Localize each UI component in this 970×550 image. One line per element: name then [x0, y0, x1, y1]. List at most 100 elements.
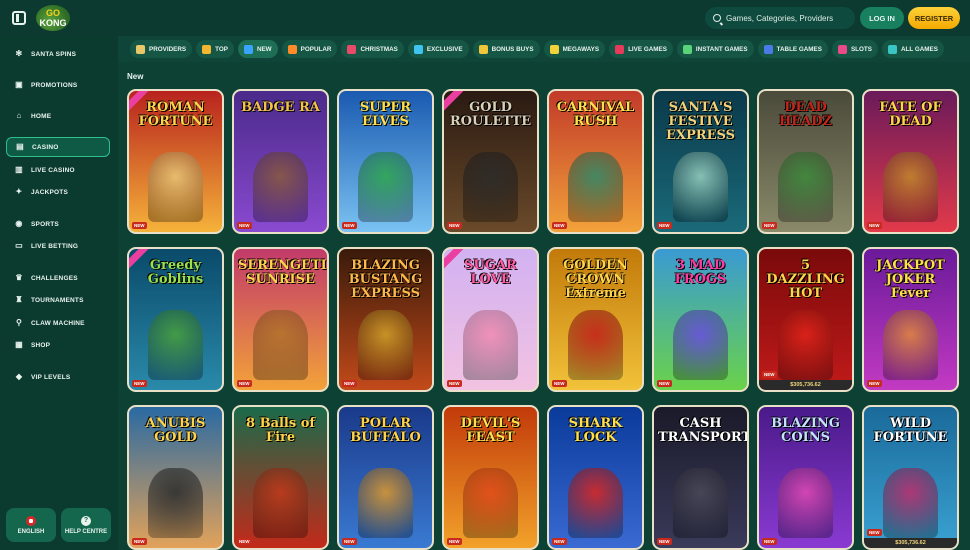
game-tile[interactable]: FATE OF DEAD NEW [862, 89, 959, 234]
claw-icon: ⚲ [15, 318, 23, 327]
game-tile[interactable]: BADGE RA NEW [232, 89, 329, 234]
category-tab-exclusive[interactable]: EXCLUSIVE [407, 40, 469, 58]
sidebar-item-sports[interactable]: ◉ SPORTS [6, 214, 110, 234]
game-tile[interactable]: DEVIL'S FEAST NEW [442, 405, 539, 550]
game-title: DEVIL'S FEAST [460, 416, 521, 445]
game-tile[interactable]: JACKPOT JOKER Fever NEW [862, 247, 959, 392]
game-tile[interactable]: SHARK LOCK NEW [547, 405, 644, 550]
game-tile[interactable]: CASH TRANSPORTER NEW [652, 405, 749, 550]
game-tile[interactable]: SERENGETI SUNRISE NEW [232, 247, 329, 392]
game-title: SHARK LOCK [568, 416, 623, 445]
sidebar-item-challenges[interactable]: ♛ CHALLENGES [6, 268, 110, 288]
sidebar-item-label: SPORTS [31, 220, 59, 228]
category-label: INSTANT GAMES [695, 45, 748, 53]
sidebar-item-live-betting[interactable]: ▭ LIVE BETTING [6, 236, 110, 256]
register-button[interactable]: REGISTER [908, 7, 960, 29]
logo[interactable]: GO KONG [36, 5, 70, 31]
language-button[interactable]: ENGLISH [6, 508, 56, 542]
game-artwork [882, 151, 939, 222]
sidebar-item-casino[interactable]: ▤ CASINO [6, 137, 110, 157]
sidebar-item-santa-spins[interactable]: ✻ SANTA SPINS [6, 44, 110, 64]
game-tile[interactable]: ROMAN FORTUNE NEW [127, 89, 224, 234]
game-tile[interactable]: POLAR BUFFALO NEW [337, 405, 434, 550]
sidebar-item-shop[interactable]: ▦ SHOP [6, 335, 110, 355]
category-tab-top[interactable]: TOP [196, 40, 234, 58]
category-tab-new[interactable]: NEW [237, 40, 278, 58]
category-icon [615, 44, 625, 54]
category-tab-megaways[interactable]: MEGAWAYS [543, 40, 606, 58]
game-tile[interactable]: GOLDEN CROWN Extreme NEW [547, 247, 644, 392]
login-button[interactable]: LOG IN [860, 7, 904, 29]
game-artwork [252, 309, 309, 380]
game-tile[interactable]: GOLD ROULETTE NEW [442, 89, 539, 234]
game-title: GOLDEN CROWN Extreme [563, 258, 628, 301]
game-tile[interactable]: CARNIVAL RUSH NEW [547, 89, 644, 234]
category-tab-slots[interactable]: SLOTS [831, 40, 878, 58]
category-tab-providers[interactable]: PROVIDERS [130, 40, 193, 58]
game-tile[interactable]: WILD FORTUNE $305,736.62 NEW [862, 405, 959, 550]
game-title: DEAD HEADZ [778, 100, 833, 129]
sidebar-item-label: SANTA SPINS [31, 50, 77, 58]
new-badge: NEW [657, 380, 672, 387]
sidebar-item-label: VIP LEVELS [31, 373, 71, 381]
game-tile[interactable]: Greedy Goblins NEW [127, 247, 224, 392]
game-artwork [252, 151, 309, 222]
help-centre-button[interactable]: ? HELP CENTRE [61, 508, 111, 542]
category-icon [887, 44, 897, 54]
category-tab-christmas[interactable]: CHRISTMAS [341, 40, 404, 58]
category-tab-live-games[interactable]: LIVE GAMES [609, 40, 673, 58]
new-badge: NEW [342, 222, 357, 229]
new-badge: NEW [132, 538, 147, 545]
game-tile[interactable]: 3 MAD FROGS NEW [652, 247, 749, 392]
category-tab-popular[interactable]: POPULAR [281, 40, 338, 58]
sidebar-item-live-casino[interactable]: ▥ LIVE CASINO [6, 160, 110, 180]
new-badge: NEW [657, 222, 672, 229]
game-artwork [462, 467, 519, 538]
new-badge: NEW [237, 538, 252, 545]
jackpot-amount: $305,736.62 [864, 538, 957, 548]
category-label: POPULAR [300, 45, 332, 53]
sidebar-item-claw-machine[interactable]: ⚲ CLAW MACHINE [6, 313, 110, 333]
game-tile[interactable]: SANTA'S FESTIVE EXPRESS NEW [652, 89, 749, 234]
language-label: ENGLISH [17, 528, 45, 535]
category-icon [413, 44, 423, 54]
category-label: MEGAWAYS [562, 45, 600, 53]
search-input[interactable]: Games, Categories, Providers [705, 7, 855, 29]
game-title: BLAZING BUSTANG EXPRESS [348, 258, 423, 301]
game-artwork [567, 467, 624, 538]
sidebar-item-vip-levels[interactable]: ◆ VIP LEVELS [6, 367, 110, 387]
game-tile[interactable]: BLAZING BUSTANG EXPRESS NEW [337, 247, 434, 392]
game-artwork [567, 151, 624, 222]
game-tile[interactable]: ANUBIS GOLD NEW [127, 405, 224, 550]
sidebar-toggle-icon[interactable] [12, 11, 26, 25]
logo-text-top: GO [45, 8, 60, 18]
game-artwork [462, 309, 519, 380]
game-title: BLAZING COINS [771, 416, 840, 445]
sidebar-item-jackpots[interactable]: ✦ JACKPOTS [6, 182, 110, 202]
new-badge: NEW [867, 222, 882, 229]
category-tab-instant-games[interactable]: INSTANT GAMES [676, 40, 754, 58]
game-title: 5 DAZZLING HOT [766, 258, 845, 301]
section-title: New [127, 72, 144, 81]
sidebar-item-label: CASINO [32, 143, 59, 151]
game-tile[interactable]: 8 Balls of Fire NEW [232, 405, 329, 550]
game-tile[interactable]: DEAD HEADZ NEW [757, 89, 854, 234]
sidebar-item-promotions[interactable]: ▣ PROMOTIONS [6, 75, 110, 95]
category-tab-table-games[interactable]: TABLE GAMES [757, 40, 828, 58]
game-lobby: New ROMAN FORTUNE NEW BADGE RA NEW SUPER ELV… [118, 62, 970, 550]
sidebar-item-tournaments[interactable]: ♜ TOURNAMENTS [6, 290, 110, 310]
category-icon [202, 44, 212, 54]
game-artwork [672, 467, 729, 538]
game-tile[interactable]: SUPER ELVES NEW [337, 89, 434, 234]
category-tab-bonus-buys[interactable]: BONUS BUYS [472, 40, 540, 58]
game-artwork [672, 309, 729, 380]
flag-icon [26, 515, 36, 526]
category-label: LIVE GAMES [628, 45, 667, 53]
sidebar-item-home[interactable]: ⌂ HOME [6, 106, 110, 126]
game-tile[interactable]: BLAZING COINS NEW [757, 405, 854, 550]
game-tile[interactable]: 5 DAZZLING HOT $305,736.62 NEW [757, 247, 854, 392]
shop-icon: ▦ [15, 340, 23, 349]
game-tile[interactable]: SUGAR LOVE NEW [442, 247, 539, 392]
game-artwork [357, 467, 414, 538]
category-tab-all-games[interactable]: ALL GAMES [881, 40, 944, 58]
